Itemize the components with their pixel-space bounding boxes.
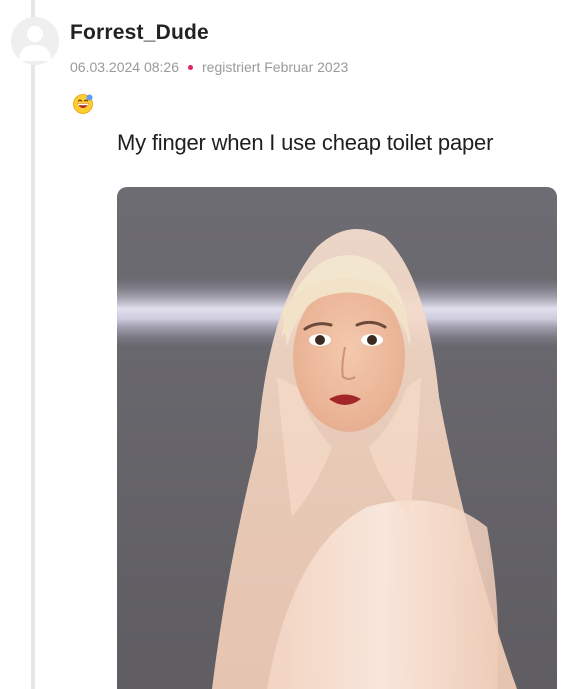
meme-caption: My finger when I use cheap toilet paper — [117, 130, 494, 155]
registration-date: registriert Februar 2023 — [202, 59, 349, 75]
post-meta: 06.03.2024 08:26 registriert Februar 202… — [70, 59, 348, 75]
meme-photo[interactable] — [117, 187, 557, 689]
meta-separator — [188, 64, 193, 70]
thread-line — [31, 0, 35, 689]
author-name[interactable]: Forrest_Dude — [70, 21, 209, 45]
meme-attachment[interactable]: My finger when I use cheap toilet paper — [100, 118, 576, 689]
avatar[interactable] — [11, 17, 59, 65]
grinning-face-emoji-icon — [73, 94, 93, 114]
default-user-icon — [11, 17, 59, 65]
post-timestamp[interactable]: 06.03.2024 08:26 — [70, 59, 179, 75]
